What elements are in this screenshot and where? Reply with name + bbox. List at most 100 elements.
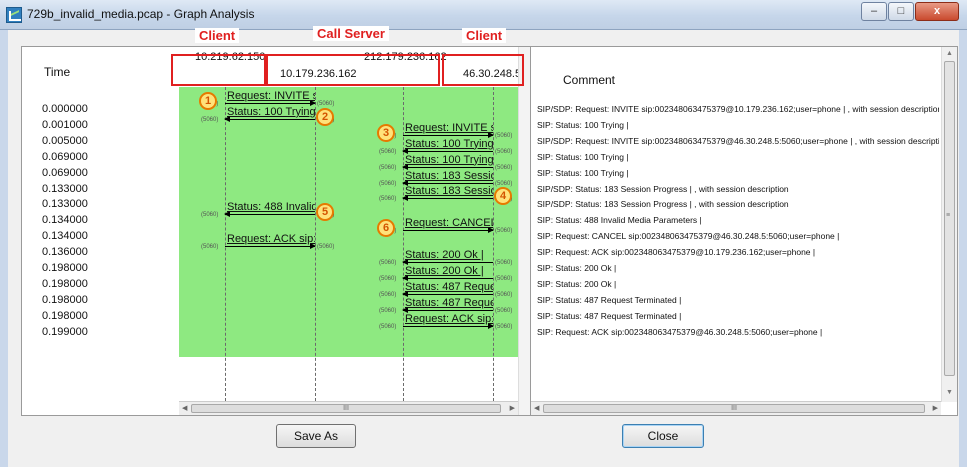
scroll-left-icon[interactable]: ◀ xyxy=(534,404,539,412)
message-arrow[interactable] xyxy=(403,227,494,234)
title-bar: 729b_invalid_media.pcap - Graph Analysis… xyxy=(0,0,967,30)
comment-header: Comment xyxy=(531,47,941,87)
port-label: (5060) xyxy=(317,244,335,251)
message-arrow[interactable] xyxy=(224,211,315,218)
port-label: (5060) xyxy=(379,260,397,266)
window-body: Time 0.000000 0.001000 0.005000 0.069000 0.0… xyxy=(0,30,967,467)
comment-row[interactable]: SIP/SDP: Request: INVITE sip:00234806347… xyxy=(537,136,939,146)
close-button[interactable]: Close xyxy=(622,424,704,448)
port-label: (5060) xyxy=(495,307,513,314)
save-as-button[interactable]: Save As xyxy=(276,424,356,448)
time-row[interactable]: 0.198000 xyxy=(42,262,88,274)
time-row[interactable]: 0.069000 xyxy=(42,167,88,179)
message-arrow[interactable] xyxy=(224,115,315,122)
graph-scroll-thumb[interactable]: III xyxy=(191,404,501,413)
message-label[interactable]: Request: INVITE sip xyxy=(405,122,493,134)
time-row[interactable]: 0.134000 xyxy=(42,230,88,242)
scroll-right-icon[interactable]: ▶ xyxy=(933,404,938,412)
port-label: (5060) xyxy=(201,244,219,251)
scroll-up-icon[interactable]: ▲ xyxy=(946,50,953,57)
comment-row[interactable]: SIP/SDP: Status: 183 Session Progress | … xyxy=(537,199,939,209)
comment-row[interactable]: SIP: Request: ACK sip:002348063475379@10… xyxy=(537,247,939,257)
message-label[interactable]: Status: 487 Request xyxy=(405,297,493,309)
time-row[interactable]: 0.199000 xyxy=(42,326,88,338)
maximize-button[interactable]: □ xyxy=(888,2,914,21)
time-row[interactable]: 0.198000 xyxy=(42,310,88,322)
comment-row[interactable]: SIP: Status: 487 Request Terminated | xyxy=(537,311,939,321)
message-label[interactable]: Request: ACK sip:00 xyxy=(227,233,315,245)
comment-scroll-thumb[interactable]: III xyxy=(543,404,925,413)
comment-row[interactable]: SIP: Request: CANCEL sip:002348063475379… xyxy=(537,231,939,241)
message-label[interactable]: Status: 183 Session xyxy=(405,185,493,197)
comment-row[interactable]: SIP: Request: ACK sip:002348063475379@46… xyxy=(537,327,939,337)
close-label: Close xyxy=(647,429,679,443)
message-arrow[interactable] xyxy=(403,131,494,138)
client-left-annotation-box xyxy=(171,54,266,86)
time-row[interactable]: 0.000000 xyxy=(42,103,88,115)
time-row[interactable]: 0.069000 xyxy=(42,151,88,163)
message-arrow[interactable] xyxy=(402,195,493,202)
message-label[interactable]: Request: CANCEL sip xyxy=(405,217,493,229)
message-label[interactable]: Status: 100 Trying xyxy=(227,106,315,118)
port-label: (5060) xyxy=(201,116,219,123)
message-label[interactable]: Status: 100 Trying xyxy=(405,154,493,166)
graph-horizontal-scrollbar[interactable]: ◀ III ▶ xyxy=(179,401,518,415)
port-label: (5060) xyxy=(379,307,397,314)
time-row[interactable]: 0.198000 xyxy=(42,294,88,306)
comment-vertical-scrollbar[interactable]: ▲ ≡ ▼ xyxy=(941,47,957,402)
time-row[interactable]: 0.001000 xyxy=(42,119,88,131)
step-number-badge: 1 xyxy=(199,92,217,110)
sequence-graph[interactable]: Request: INVITE sip (5060) (5060) Status: 1… xyxy=(179,87,518,401)
message-arrow[interactable] xyxy=(402,163,493,170)
message-label[interactable]: Status: 487 Request xyxy=(405,281,493,293)
scroll-right-icon[interactable]: ▶ xyxy=(510,404,515,412)
client-right-annotation-box xyxy=(442,54,524,86)
comment-row[interactable]: SIP/SDP: Request: INVITE sip:00234806347… xyxy=(537,104,939,114)
message-label[interactable]: Request: INVITE sip xyxy=(227,90,315,102)
message-label[interactable]: Status: 488 Invalid xyxy=(227,201,315,213)
port-label: (5060) xyxy=(379,323,397,330)
comment-vscroll-thumb[interactable]: ≡ xyxy=(944,61,955,376)
time-row[interactable]: 0.134000 xyxy=(42,214,88,226)
message-label[interactable]: Status: 183 Session xyxy=(405,170,493,182)
time-row[interactable]: 0.005000 xyxy=(42,135,88,147)
call-server-label: Call Server xyxy=(313,26,389,41)
close-window-button[interactable]: x xyxy=(915,2,959,21)
comment-row[interactable]: SIP/SDP: Status: 183 Session Progress | … xyxy=(537,184,939,194)
comment-row[interactable]: SIP: Status: 488 Invalid Media Parameter… xyxy=(537,215,939,225)
scroll-down-icon[interactable]: ▼ xyxy=(946,389,953,396)
port-label: (5060) xyxy=(379,196,397,203)
time-row[interactable]: 0.198000 xyxy=(42,278,88,290)
grip-icon: ≡ xyxy=(946,212,951,219)
message-arrow[interactable] xyxy=(402,306,493,313)
message-arrow[interactable] xyxy=(402,290,493,297)
comment-row[interactable]: SIP: Status: 200 Ok | xyxy=(537,279,939,289)
message-arrow[interactable] xyxy=(403,322,494,329)
message-arrow[interactable] xyxy=(402,147,493,154)
message-arrow[interactable] xyxy=(402,274,493,281)
comment-row[interactable]: SIP: Status: 100 Trying | xyxy=(537,120,939,130)
scroll-left-icon[interactable]: ◀ xyxy=(182,404,187,412)
message-label[interactable]: Status: 200 Ok | xyxy=(405,249,493,261)
message-label[interactable]: Status: 200 Ok | xyxy=(405,265,493,277)
message-arrow[interactable] xyxy=(402,259,493,265)
comment-row[interactable]: SIP: Status: 200 Ok | xyxy=(537,263,939,273)
port-label: (5060) xyxy=(495,323,513,330)
time-row[interactable]: 0.133000 xyxy=(42,183,88,195)
comment-row[interactable]: SIP: Status: 487 Request Terminated | xyxy=(537,295,939,305)
comment-horizontal-scrollbar[interactable]: ◀ III ▶ xyxy=(531,401,941,415)
minimize-button[interactable]: – xyxy=(861,2,887,21)
message-arrow[interactable] xyxy=(402,179,493,186)
port-label: (5060) xyxy=(379,148,397,155)
comment-row[interactable]: SIP: Status: 100 Trying | xyxy=(537,152,939,162)
message-label[interactable]: Status: 100 Trying xyxy=(405,138,493,150)
window-controls: – □ x xyxy=(860,2,959,22)
comment-row[interactable]: SIP: Status: 100 Trying | xyxy=(537,168,939,178)
message-label[interactable]: Request: ACK sip:00 xyxy=(405,313,493,325)
comment-header-label: Comment xyxy=(563,73,616,87)
time-header-label: Time xyxy=(44,65,71,79)
time-row[interactable]: 0.136000 xyxy=(42,246,88,258)
time-row[interactable]: 0.133000 xyxy=(42,198,88,210)
message-arrow[interactable] xyxy=(225,243,316,250)
message-arrow[interactable] xyxy=(225,100,316,106)
